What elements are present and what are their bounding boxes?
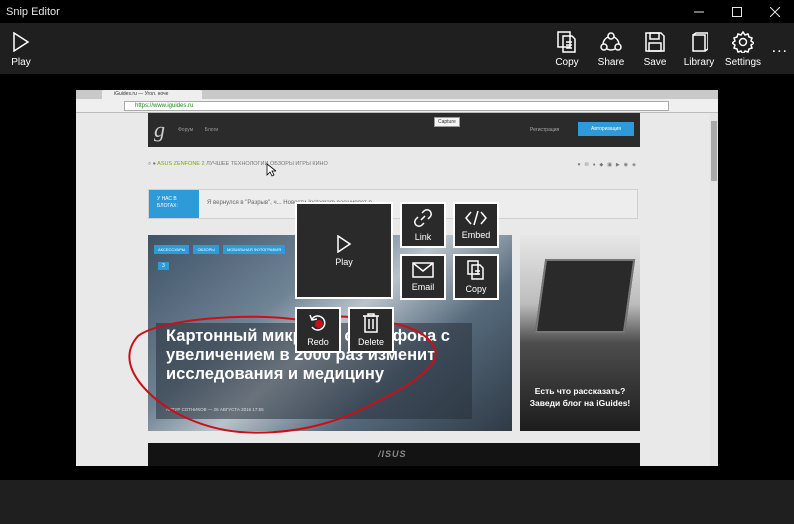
context-play-label: Play — [335, 256, 353, 267]
hero-tags: АКСЕССУАРЫ ОБЗОРЫ МОБИЛЬНАЯ ФОТОГРАФИЯ — [154, 245, 288, 254]
url-field: https://www.iguides.ru — [124, 101, 669, 111]
minimize-button[interactable] — [680, 0, 718, 23]
title-bar: Snip Editor — [0, 0, 794, 23]
embed-icon — [465, 210, 487, 226]
site-register-link: Регистрация — [530, 127, 560, 133]
search-icon: ⌕ ● — [148, 161, 156, 167]
asus-ad-bar: /ISUS — [148, 443, 640, 466]
maximize-button[interactable] — [718, 0, 756, 23]
copy-button[interactable]: Copy — [550, 23, 584, 74]
capture-tooltip: Capture — [434, 117, 460, 127]
play-button[interactable]: Play — [6, 23, 36, 74]
redo-icon — [308, 313, 328, 333]
context-link-button[interactable]: Link — [400, 202, 446, 248]
library-label: Library — [683, 56, 715, 68]
save-icon — [643, 30, 667, 54]
browser-address-bar: https://www.iguides.ru — [76, 99, 718, 113]
context-embed-button[interactable]: Embed — [453, 202, 499, 248]
context-copy-label: Copy — [465, 284, 487, 294]
email-icon — [412, 262, 434, 278]
context-play-button[interactable]: Play — [295, 202, 393, 299]
more-options-button[interactable]: ... — [772, 39, 788, 57]
social-icons: ♥✉♦◆▣▶◉◈ — [577, 162, 640, 168]
context-redo-button[interactable]: Redo — [295, 307, 341, 353]
window-title: Snip Editor — [6, 5, 60, 18]
share-button[interactable]: Share — [594, 23, 628, 74]
site-logo: g — [154, 117, 165, 142]
play-icon — [336, 234, 352, 253]
blog-label: У НАС В БЛОГАХ: — [149, 190, 199, 218]
mouse-cursor-icon — [266, 163, 276, 177]
context-delete-label: Delete — [357, 337, 384, 347]
context-link-label: Link — [414, 232, 432, 242]
site-nav: Форум Блоги — [178, 127, 218, 133]
captured-webpage: g Форум Блоги Capture Регистрация Автори… — [76, 113, 710, 466]
share-label: Share — [597, 56, 625, 68]
trash-icon — [362, 313, 380, 333]
library-button[interactable]: Library — [682, 23, 716, 74]
play-label: Play — [11, 56, 31, 68]
browser-tab: iGuides.ru — Угол. ноче — [102, 90, 202, 99]
hero-tag: АКСЕССУАРЫ — [154, 245, 190, 254]
hero-tag: ОБЗОРЫ — [193, 245, 219, 254]
captured-screenshot: iGuides.ru — Угол. ноче https://www.igui… — [76, 90, 718, 466]
bottom-bar — [0, 480, 794, 524]
page-scrollbar — [710, 113, 718, 466]
share-icon — [599, 30, 623, 54]
copy-label: Copy — [555, 56, 579, 68]
library-icon — [687, 30, 711, 54]
save-button[interactable]: Save — [638, 23, 672, 74]
context-redo-label: Redo — [307, 337, 329, 347]
site-nav-forum: Форум — [178, 127, 194, 133]
asus-logo: /ISUS — [378, 449, 407, 459]
copy-icon — [467, 260, 485, 280]
site-menu: ⌕ ● ASUS ZENFONE 2 ЛУЧШЕЕ ТЕХНОЛОГИИ ОБЗ… — [148, 161, 640, 171]
toolbar: Play Copy Share Save Library Settings ..… — [0, 23, 794, 74]
ad-banner: Есть что рассказать? Заведи блог на iGui… — [520, 235, 640, 431]
browser-tab-strip: iGuides.ru — Угол. ноче — [76, 90, 718, 99]
site-menu-highlight: ASUS ZENFONE 2 — [157, 161, 205, 167]
blog-banner: У НАС В БЛОГАХ: Я вернулся в "Разрыв", ч… — [148, 189, 638, 219]
copy-icon — [555, 30, 579, 54]
settings-label: Settings — [724, 56, 762, 68]
context-copy-button[interactable]: Copy — [453, 254, 499, 300]
play-icon — [9, 30, 33, 54]
site-auth-button: Авторизация — [578, 122, 634, 136]
ad-text: Есть что рассказать? Заведи блог на iGui… — [529, 386, 631, 408]
link-icon — [413, 208, 433, 228]
page-scrollbar-thumb — [711, 121, 717, 181]
comment-count-badge: 3 — [158, 262, 169, 270]
snip-canvas[interactable]: iGuides.ru — Угол. ноче https://www.igui… — [0, 74, 794, 480]
context-embed-label: Embed — [461, 230, 491, 240]
settings-button[interactable]: Settings — [724, 23, 762, 74]
context-email-button[interactable]: Email — [400, 254, 446, 300]
hero-author: АРТУР СОТНИКОВ — 26 АВГУСТА 2016 17:55 — [166, 407, 264, 412]
laptop-image — [534, 259, 636, 333]
gear-icon — [731, 30, 755, 54]
hero-tag: МОБИЛЬНАЯ ФОТОГРАФИЯ — [222, 245, 286, 254]
site-nav-blogs: Блоги — [204, 127, 219, 133]
close-button[interactable] — [756, 0, 794, 23]
save-label: Save — [643, 56, 667, 68]
context-email-label: Email — [411, 282, 435, 292]
context-delete-button[interactable]: Delete — [348, 307, 394, 353]
site-header: g Форум Блоги Capture Регистрация Автори… — [148, 113, 640, 147]
